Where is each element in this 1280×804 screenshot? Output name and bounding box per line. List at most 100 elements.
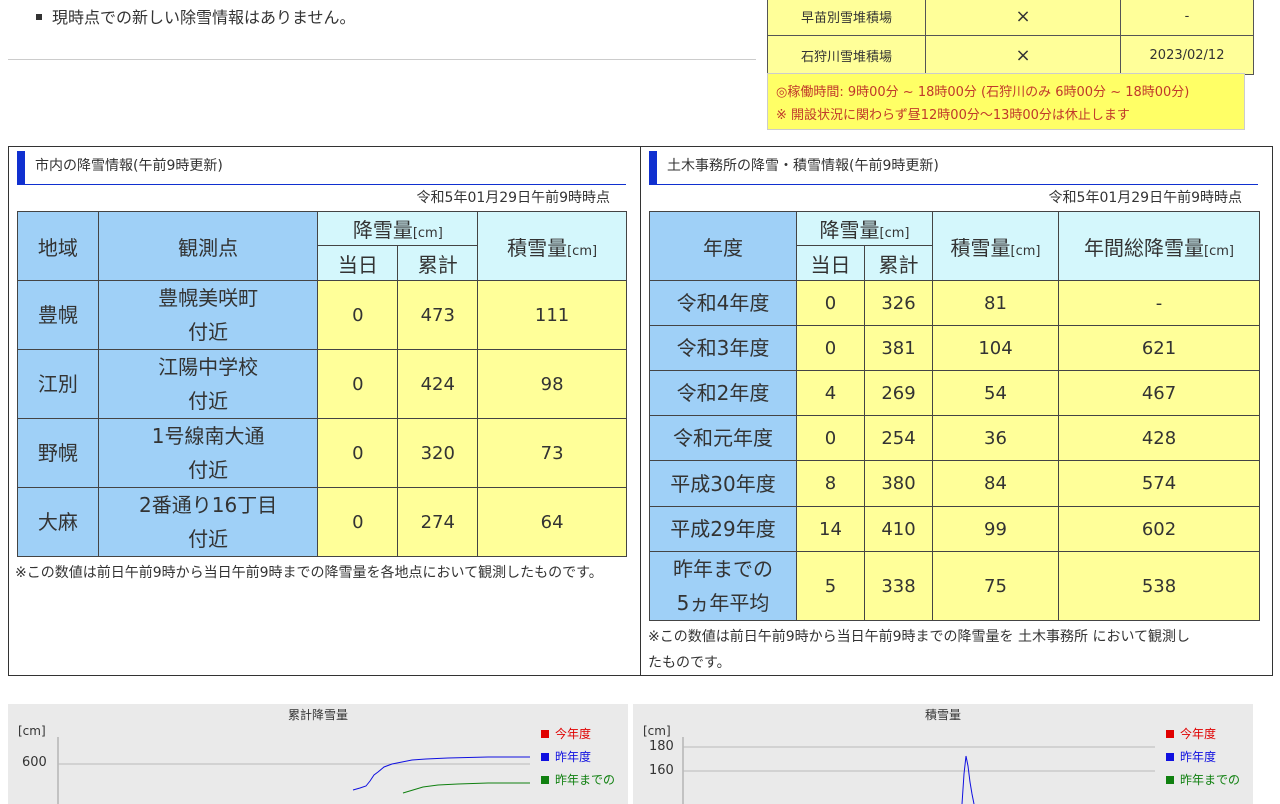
unit-label: [cm] — [879, 226, 910, 241]
annual-cell: 602 — [1058, 506, 1260, 552]
avg-label-line1: 昨年までの — [673, 557, 773, 581]
unit-label: [cm] — [1204, 243, 1234, 259]
snow-yard-table: 早苗別雪堆積場 × - 石狩川雪堆積場 × 2023/02/12 — [767, 0, 1254, 75]
point-name: 1号線南大通 — [151, 424, 265, 448]
total-cell: 338 — [864, 551, 933, 621]
panel-title: 土木事務所の降雪・積雪情報(午前9時更新) — [649, 151, 1258, 185]
legend-label: 今年度 — [555, 727, 592, 741]
legend-label: 昨年までの — [555, 773, 616, 787]
legend-label: 昨年までの — [1180, 773, 1241, 787]
point-name: 豊幌美咲町 — [158, 286, 259, 310]
yard-name: 早苗別雪堆積場 — [767, 0, 926, 36]
year-cell: 令和4年度 — [649, 280, 797, 326]
depth-cell: 73 — [477, 418, 627, 488]
year-cell: 令和3年度 — [649, 325, 797, 371]
table-row: 江別 江陽中学校 付近 0 424 98 — [17, 349, 627, 419]
legend-item: 今年度 — [541, 723, 615, 746]
table-row: 早苗別雪堆積場 × - — [767, 0, 1254, 36]
year-cell: 平成30年度 — [649, 460, 797, 507]
yard-date: 2023/02/12 — [1120, 35, 1254, 75]
depth-cell: 64 — [477, 487, 627, 557]
annual-cell: 428 — [1058, 415, 1260, 461]
point-cell: 豊幌美咲町 付近 — [97, 280, 319, 350]
point-suffix: 付近 — [188, 389, 229, 413]
point-suffix: 付近 — [188, 527, 229, 551]
today-cell: 14 — [796, 506, 865, 552]
point-cell: 江陽中学校 付近 — [97, 349, 319, 419]
depth-label: 積雪量 — [950, 235, 1011, 260]
col-header-depth: 積雪量[cm] — [932, 211, 1059, 281]
legend-swatch — [1166, 753, 1174, 761]
depth-cell: 98 — [477, 349, 627, 419]
col-header-today: 当日 — [317, 245, 399, 281]
legend-swatch — [1166, 730, 1174, 738]
col-header-year: 年度 — [649, 211, 797, 281]
table-row: 令和元年度 0 254 36 428 — [649, 415, 1260, 461]
annual-label: 年間総降雪量 — [1084, 235, 1205, 260]
legend-label: 昨年度 — [555, 750, 592, 764]
observation-note-line2: たものです。 — [648, 655, 731, 671]
table-row: 石狩川雪堆積場 × 2023/02/12 — [767, 35, 1254, 75]
total-cell: 269 — [864, 370, 933, 416]
today-cell: 0 — [317, 487, 399, 557]
today-cell: 0 — [317, 280, 399, 350]
legend-label: 今年度 — [1180, 727, 1217, 741]
break-notice-text: ※ 開設状況に関わらず昼12時00分〜13時00分は休止します — [776, 108, 1130, 123]
table-row: 平成30年度 8 380 84 574 — [649, 460, 1260, 507]
depth-cell: 81 — [932, 280, 1059, 326]
col-header-today: 当日 — [796, 245, 865, 281]
cumulative-snowfall-chart: 累計降雪量 [cm] 600 今年度 昨年度 昨年までの — [8, 704, 628, 804]
year-cell: 令和2年度 — [649, 370, 797, 416]
table-row: 令和3年度 0 381 104 621 — [649, 325, 1260, 371]
year-cell: 令和元年度 — [649, 415, 797, 461]
unit-label: [cm] — [412, 226, 443, 241]
legend-item: 今年度 — [1166, 723, 1240, 746]
today-cell: 0 — [317, 418, 399, 488]
area-cell: 大麻 — [17, 487, 99, 557]
observation-date: 令和5年01月29日午前9時時点 — [1048, 190, 1242, 206]
legend-label: 昨年度 — [1180, 750, 1217, 764]
depth-cell: 54 — [932, 370, 1059, 416]
col-header-area: 地域 — [17, 211, 99, 281]
bullet-icon — [36, 13, 42, 20]
today-cell: 0 — [796, 415, 865, 461]
civil-office-snow-table: 年度 降雪量[cm] 積雪量[cm] 年間総降雪量[cm] 当日 累計 令和4年… — [649, 211, 1260, 621]
col-header-total: 累計 — [397, 245, 479, 281]
annual-cell: - — [1058, 280, 1260, 326]
table-row: 平成29年度 14 410 99 602 — [649, 506, 1260, 552]
area-cell: 野幌 — [17, 418, 99, 488]
city-snowfall-panel: 市内の降雪情報(午前9時更新) 令和5年01月29日午前9時時点 地域 観測点 … — [8, 146, 641, 676]
table-header-row: 年度 降雪量[cm] 積雪量[cm] 年間総降雪量[cm] — [649, 211, 1260, 281]
snowfall-label: 降雪量 — [352, 218, 413, 242]
divider — [8, 59, 756, 60]
col-header-snowfall: 降雪量[cm] — [317, 211, 479, 246]
yard-name: 石狩川雪堆積場 — [767, 35, 926, 75]
depth-cell: 84 — [932, 460, 1059, 507]
area-cell: 江別 — [17, 349, 99, 419]
today-cell: 0 — [317, 349, 399, 419]
depth-cell: 99 — [932, 506, 1059, 552]
col-header-annual: 年間総降雪量[cm] — [1058, 211, 1260, 281]
today-cell: 0 — [796, 280, 865, 326]
legend-swatch — [541, 776, 549, 784]
today-cell: 8 — [796, 460, 865, 507]
point-name: 江陽中学校 — [158, 355, 259, 379]
observation-date: 令和5年01月29日午前9時時点 — [416, 190, 610, 206]
annual-cell: 538 — [1058, 551, 1260, 621]
snow-removal-notice: 現時点での新しい除雪情報はありません。 — [36, 4, 356, 28]
snow-depth-chart: 積雪量 [cm] 180 160 今年度 昨年度 昨年までの — [633, 704, 1253, 804]
table-row: 豊幌 豊幌美咲町 付近 0 473 111 — [17, 280, 627, 350]
snowfall-label: 降雪量 — [819, 218, 880, 242]
legend-swatch — [541, 753, 549, 761]
city-snowfall-table: 地域 観測点 降雪量[cm] 積雪量[cm] 当日 累計 豊幌 豊幌美咲町 付近 … — [17, 211, 627, 557]
yard-status: × — [925, 35, 1121, 75]
point-cell: 1号線南大通 付近 — [97, 418, 319, 488]
chart-plot — [682, 737, 1155, 804]
today-cell: 0 — [796, 325, 865, 371]
depth-label: 積雪量 — [507, 235, 568, 260]
yard-date: - — [1120, 0, 1254, 36]
total-cell: 254 — [864, 415, 933, 461]
total-cell: 381 — [864, 325, 933, 371]
col-header-snowfall: 降雪量[cm] — [796, 211, 933, 246]
average-line — [402, 782, 530, 794]
